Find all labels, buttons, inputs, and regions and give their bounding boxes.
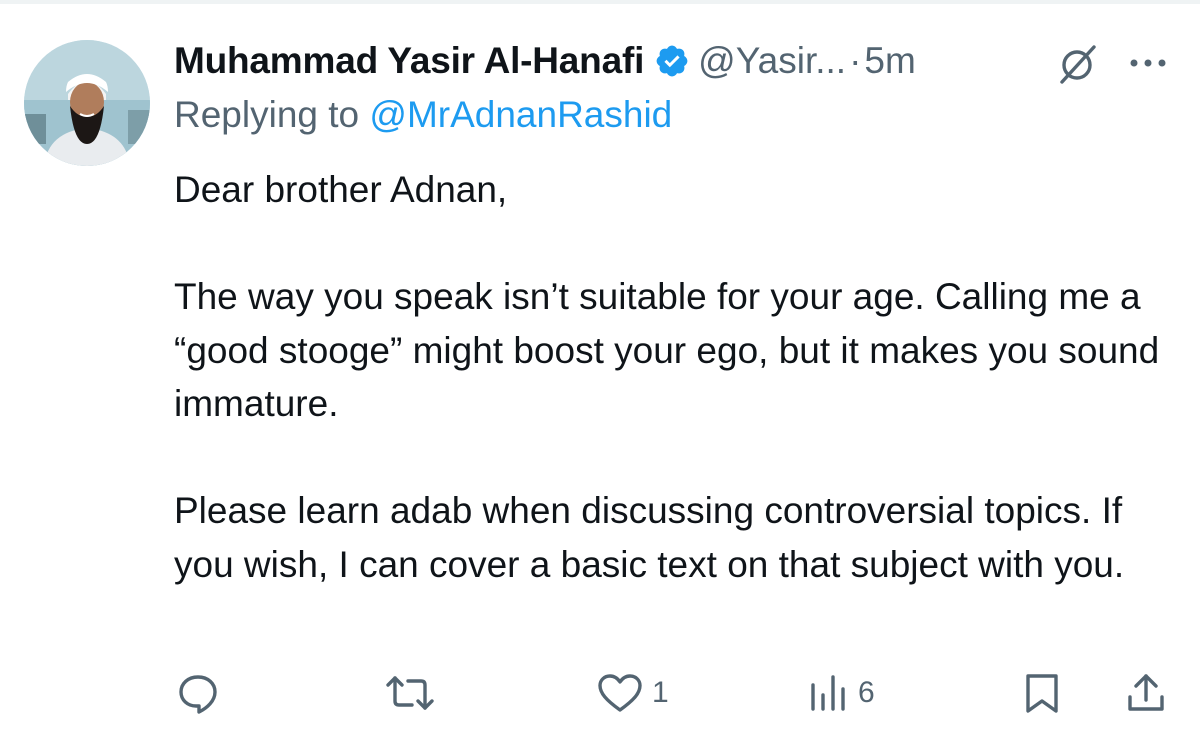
share-icon bbox=[1128, 674, 1164, 711]
like-count: 1 bbox=[652, 676, 669, 709]
more-options-icon[interactable] bbox=[1126, 48, 1170, 78]
verified-badge-icon[interactable] bbox=[654, 43, 690, 79]
handle[interactable]: @Yasir... bbox=[698, 40, 846, 82]
views-button[interactable]: 6 bbox=[806, 665, 875, 721]
avatar[interactable] bbox=[24, 40, 150, 166]
tweet-text: Dear brother Adnan, The way you speak is… bbox=[174, 163, 1179, 591]
bookmark-button[interactable] bbox=[1020, 665, 1064, 721]
tweet-paragraph: The way you speak isn’t suitable for you… bbox=[174, 276, 1160, 424]
heart-icon bbox=[598, 674, 642, 712]
replying-to-label: Replying to bbox=[174, 94, 370, 135]
replying-to-line: Replying to @MrAdnanRashid bbox=[174, 94, 672, 136]
timestamp[interactable]: 5m bbox=[864, 40, 915, 82]
display-name[interactable]: Muhammad Yasir Al-Hanafi bbox=[174, 40, 644, 82]
top-divider bbox=[0, 0, 1200, 4]
action-bar: 1 6 bbox=[0, 665, 1200, 721]
views-count: 6 bbox=[858, 676, 875, 709]
retweet-icon bbox=[386, 676, 434, 710]
tweet-paragraph: Please learn adab when discussing contro… bbox=[174, 490, 1125, 585]
tweet-paragraph: Dear brother Adnan, bbox=[174, 169, 508, 210]
reply-mention-link[interactable]: @MrAdnanRashid bbox=[369, 94, 672, 135]
retweet-button[interactable] bbox=[384, 665, 444, 721]
bookmark-icon bbox=[1026, 674, 1058, 713]
share-button[interactable] bbox=[1124, 665, 1168, 721]
like-button[interactable]: 1 bbox=[596, 665, 669, 721]
reply-button[interactable] bbox=[176, 665, 228, 721]
tweet-header: Muhammad Yasir Al-Hanafi @Yasir... · 5m bbox=[174, 38, 916, 84]
reply-icon bbox=[179, 675, 217, 714]
views-chart-icon bbox=[811, 675, 845, 711]
separator-dot: · bbox=[849, 40, 862, 81]
grok-icon[interactable] bbox=[1056, 42, 1100, 86]
